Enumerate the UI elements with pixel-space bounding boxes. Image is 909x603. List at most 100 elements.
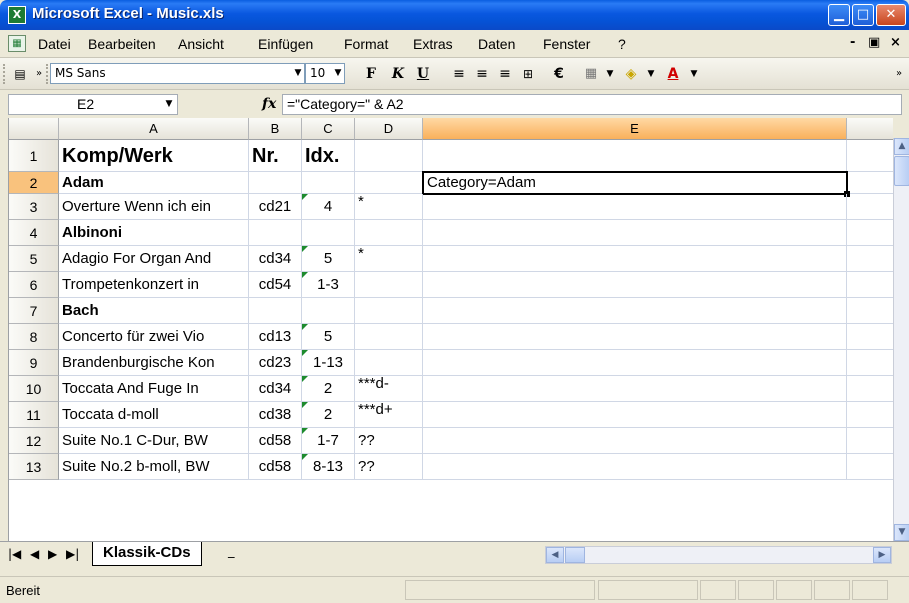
toolbar-grip[interactable] (46, 64, 49, 84)
column-header-d[interactable]: D (355, 118, 423, 140)
row-header[interactable]: 3 (9, 194, 59, 220)
toolbar-grip[interactable] (3, 64, 6, 84)
cell-f11[interactable] (847, 402, 893, 428)
cell-b10[interactable]: cd34 (249, 376, 302, 402)
cell-e1[interactable] (423, 140, 847, 172)
scroll-right-icon[interactable]: ▶ (873, 547, 891, 563)
cell-d8[interactable] (355, 324, 423, 350)
cell-d4[interactable] (355, 220, 423, 246)
menu-daten[interactable]: Daten (478, 36, 515, 52)
cell-d7[interactable] (355, 298, 423, 324)
cell-e12[interactable] (423, 428, 847, 454)
borders-icon[interactable]: ▦ (580, 63, 602, 85)
cell-d9[interactable] (355, 350, 423, 376)
cell-e5[interactable] (423, 246, 847, 272)
doc-close-button[interactable]: × (890, 35, 901, 50)
menu-help[interactable]: ? (618, 36, 626, 52)
font-color-icon[interactable]: A (662, 63, 684, 85)
doc-minimize-button[interactable]: - (850, 35, 855, 50)
row-header[interactable]: 6 (9, 272, 59, 298)
cell-c11[interactable]: 2 (302, 402, 355, 428)
column-header-e[interactable]: E (423, 118, 847, 140)
cell-a11[interactable]: Toccata d-moll (59, 402, 249, 428)
chevron-down-icon[interactable]: ▼ (291, 64, 305, 83)
row-header[interactable]: 4 (9, 220, 59, 246)
cell-e10[interactable] (423, 376, 847, 402)
cell-d2[interactable] (355, 172, 423, 194)
insert-function-icon[interactable]: fx (262, 96, 276, 112)
row-header[interactable]: 11 (9, 402, 59, 428)
menu-datei[interactable]: Datei (38, 36, 71, 52)
row-header[interactable]: 1 (9, 140, 59, 172)
column-header-c[interactable]: C (302, 118, 355, 140)
cell-a6[interactable]: Trompetenkonzert in (59, 272, 249, 298)
cell-e8[interactable] (423, 324, 847, 350)
underline-button[interactable]: U (412, 63, 434, 85)
cell-c2[interactable] (302, 172, 355, 194)
column-header-b[interactable]: B (249, 118, 302, 140)
cell-f7[interactable] (847, 298, 893, 324)
row-header[interactable]: 9 (9, 350, 59, 376)
cell-e3[interactable] (423, 194, 847, 220)
chevron-down-icon[interactable]: ▼ (160, 94, 178, 115)
cell-b5[interactable]: cd34 (249, 246, 302, 272)
cell-a7[interactable]: Bach (59, 298, 249, 324)
sheet-tab-klassik-cds[interactable]: Klassik-CDs (92, 542, 202, 566)
cell-b3[interactable]: cd21 (249, 194, 302, 220)
chevron-down-icon[interactable]: ▼ (331, 64, 345, 83)
prev-sheet-icon[interactable]: ◀ (30, 547, 39, 561)
row-header[interactable]: 5 (9, 246, 59, 272)
vertical-scrollbar[interactable]: ▲ ▼ (893, 138, 909, 541)
minimize-button[interactable]: ▁ (828, 4, 850, 26)
align-left-icon[interactable]: ≡ (448, 63, 470, 85)
document-icon[interactable]: ▦ (8, 35, 26, 52)
toolbar-overflow-icon[interactable]: » (893, 63, 905, 85)
cell-c12[interactable]: 1-7 (302, 428, 355, 454)
cell-b11[interactable]: cd38 (249, 402, 302, 428)
cell-c6[interactable]: 1-3 (302, 272, 355, 298)
cell-d13[interactable]: ?? (355, 454, 423, 480)
first-sheet-icon[interactable]: |◀ (8, 547, 21, 561)
align-right-icon[interactable]: ≡ (494, 63, 516, 85)
column-header-f[interactable] (847, 118, 893, 140)
cell-f6[interactable] (847, 272, 893, 298)
cell-e7[interactable] (423, 298, 847, 324)
cell-a8[interactable]: Concerto für zwei Vio (59, 324, 249, 350)
cell-f8[interactable] (847, 324, 893, 350)
cell-a12[interactable]: Suite No.1 C-Dur, BW (59, 428, 249, 454)
cell-b13[interactable]: cd58 (249, 454, 302, 480)
row-header[interactable]: 10 (9, 376, 59, 402)
cell-f9[interactable] (847, 350, 893, 376)
cell-e9[interactable] (423, 350, 847, 376)
select-all-corner[interactable] (9, 118, 59, 140)
scroll-left-icon[interactable]: ◀ (546, 547, 564, 563)
menu-extras[interactable]: Extras (413, 36, 453, 52)
merge-center-icon[interactable]: ⊞ (517, 63, 539, 85)
cell-c1[interactable]: Idx. (302, 140, 355, 172)
sheet-tab-other[interactable]: _ (228, 542, 235, 562)
cell-c3[interactable]: 4 (302, 194, 355, 220)
cell-b1[interactable]: Nr. (249, 140, 302, 172)
menu-einfuegen[interactable]: Einfügen (258, 36, 313, 52)
horizontal-scrollbar[interactable]: ◀ ▶ (545, 546, 892, 564)
row-header[interactable]: 2 (9, 172, 59, 194)
cell-e13[interactable] (423, 454, 847, 480)
scroll-down-icon[interactable]: ▼ (894, 524, 909, 541)
cell-b8[interactable]: cd13 (249, 324, 302, 350)
cell-c9[interactable]: 1-13 (302, 350, 355, 376)
row-header[interactable]: 7 (9, 298, 59, 324)
cell-a9[interactable]: Brandenburgische Kon (59, 350, 249, 376)
cell-a4[interactable]: Albinoni (59, 220, 249, 246)
row-header[interactable]: 13 (9, 454, 59, 480)
cell-b6[interactable]: cd54 (249, 272, 302, 298)
maximize-button[interactable]: □ (852, 4, 874, 26)
cell-d5[interactable]: * (355, 246, 423, 272)
formula-input[interactable]: ="Category=" & A2 (282, 94, 902, 115)
cell-e11[interactable] (423, 402, 847, 428)
cell-f4[interactable] (847, 220, 893, 246)
scroll-up-icon[interactable]: ▲ (894, 138, 909, 155)
menu-bearbeiten[interactable]: Bearbeiten (88, 36, 156, 52)
cell-a10[interactable]: Toccata And Fuge In (59, 376, 249, 402)
cell-a1[interactable]: Komp/Werk (59, 140, 249, 172)
cell-f2[interactable] (847, 172, 893, 194)
